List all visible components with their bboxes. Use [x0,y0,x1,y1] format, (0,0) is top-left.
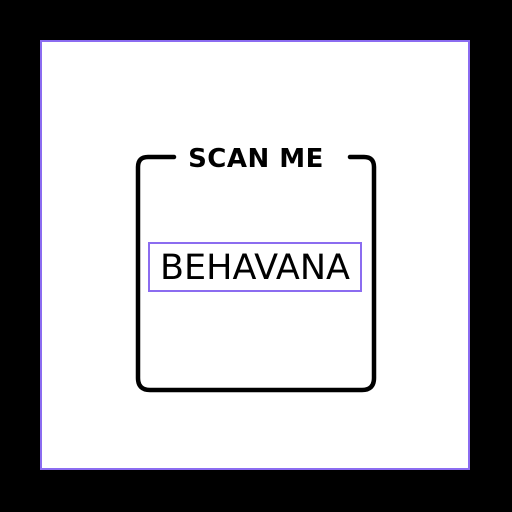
scan-me-title: SCAN ME [188,144,324,174]
brand-text-selection[interactable]: BEHAVANA [148,242,362,292]
brand-name-text[interactable]: BEHAVANA [150,244,360,290]
stage-background: SCAN ME BEHAVANA [0,0,512,512]
